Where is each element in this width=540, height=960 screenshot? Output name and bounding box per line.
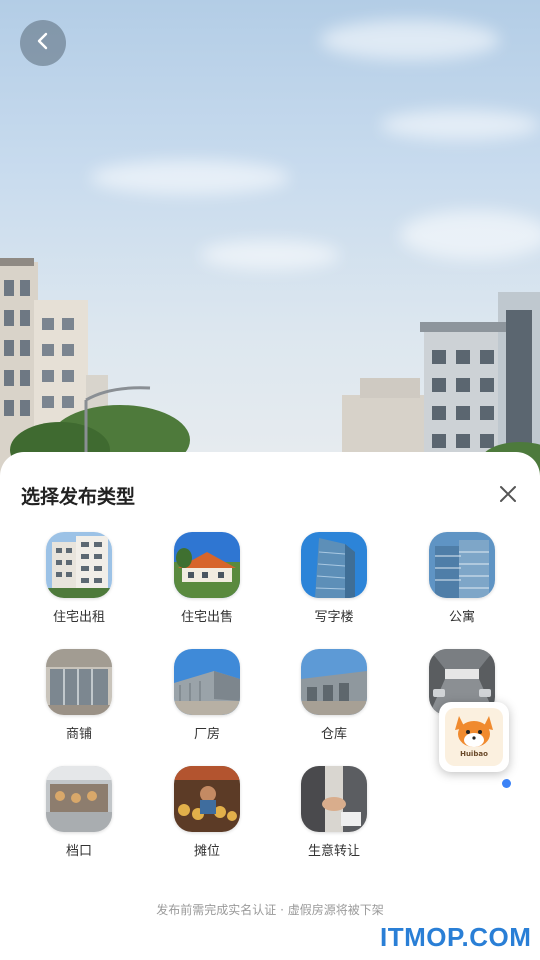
type-label: 住宅出售 <box>180 610 233 625</box>
type-warehouse[interactable]: 仓库 <box>274 649 394 742</box>
sheet-title: 选择发布类型 <box>21 486 136 508</box>
publish-notice: 发布前需完成实名认证 · 虚假房源将被下架 <box>156 903 384 917</box>
fox-mascot-icon: Huibao <box>445 708 503 766</box>
booth-photo <box>174 766 240 832</box>
type-label: 档口 <box>65 844 92 859</box>
back-button[interactable] <box>20 20 66 66</box>
stall-photo <box>46 766 112 832</box>
type-residential-sale[interactable]: 住宅出售 <box>147 532 267 625</box>
type-label: 生意转让 <box>307 844 360 859</box>
type-booth[interactable]: 摊位 <box>147 766 267 859</box>
type-label: 摊位 <box>193 844 220 859</box>
type-label: 写字楼 <box>314 610 354 625</box>
business-transfer-photo <box>301 766 367 832</box>
type-residential-rent[interactable]: 住宅出租 <box>19 532 139 625</box>
factory-photo <box>174 649 240 715</box>
close-icon <box>496 486 520 510</box>
watermark: ITMOP.COM <box>380 922 532 952</box>
type-apartment[interactable]: 公寓 <box>402 532 522 625</box>
type-office[interactable]: 写字楼 <box>274 532 394 625</box>
warehouse-photo <box>301 649 367 715</box>
chevron-left-icon <box>36 32 50 54</box>
type-label: 公寓 <box>448 610 475 625</box>
residential-sale-photo <box>174 532 240 598</box>
type-label: 仓库 <box>320 727 347 742</box>
close-button[interactable] <box>496 482 520 506</box>
shop-photo <box>46 649 112 715</box>
indicator-dot <box>502 779 511 788</box>
type-shop[interactable]: 商铺 <box>19 649 139 742</box>
residential-rent-photo <box>46 532 112 598</box>
floating-mascot-button[interactable]: Huibao <box>439 702 509 772</box>
type-label: 厂房 <box>193 727 220 742</box>
type-stall[interactable]: 档口 <box>19 766 139 859</box>
type-business-transfer[interactable]: 生意转让 <box>274 766 394 859</box>
type-label: 商铺 <box>65 727 92 742</box>
apartment-photo <box>429 532 495 598</box>
background-photo <box>0 0 540 480</box>
brand-name: Huibao <box>460 750 488 758</box>
office-building-photo <box>301 532 367 598</box>
type-label: 住宅出租 <box>52 610 105 625</box>
type-factory[interactable]: 厂房 <box>147 649 267 742</box>
